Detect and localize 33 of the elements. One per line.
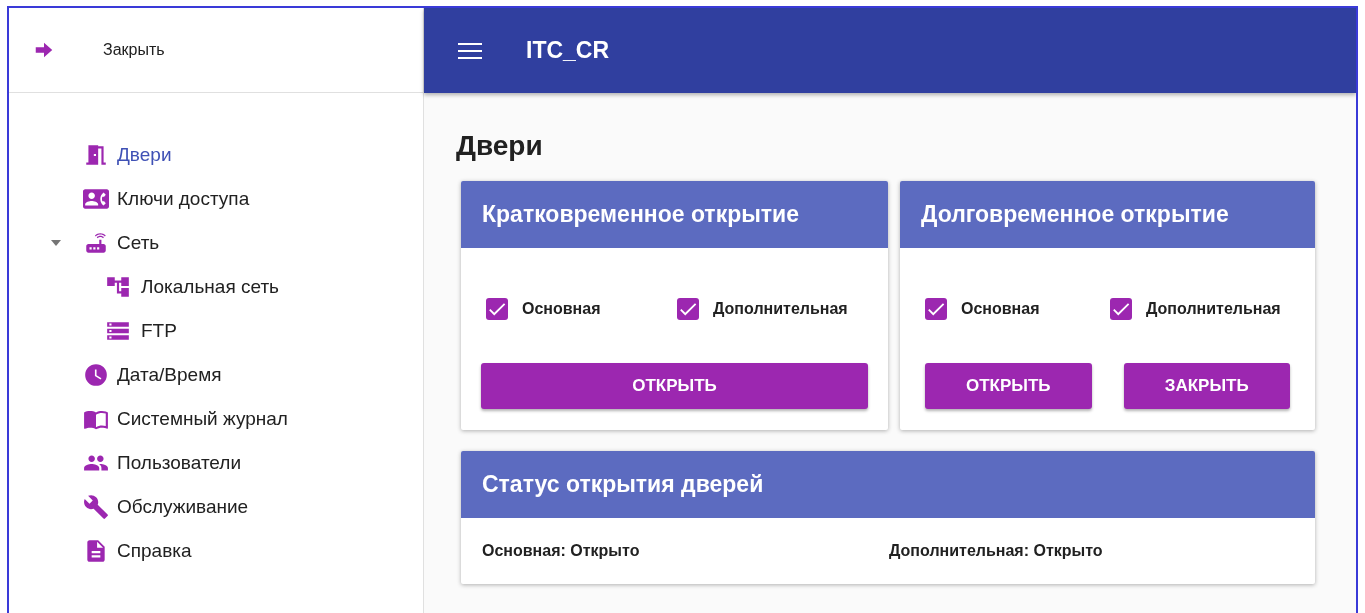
- open-button[interactable]: ОТКРЫТЬ: [481, 363, 868, 409]
- nav-item[interactable]: Локальная сеть: [9, 265, 423, 309]
- wrench-icon: [83, 494, 109, 520]
- action-button[interactable]: ЗАКРЫТЬ: [1123, 363, 1290, 409]
- checkbox[interactable]: Основная: [925, 298, 1110, 320]
- nav-item[interactable]: Двери: [9, 133, 423, 177]
- status-text: Дополнительная: Открыто: [889, 542, 1104, 560]
- checkbox[interactable]: Основная: [486, 298, 677, 320]
- contact-card-icon: [83, 186, 109, 212]
- card-title: Долговременное открытие: [921, 201, 1229, 228]
- caret-icon[interactable]: [49, 240, 63, 246]
- nav-item[interactable]: Обслуживание: [9, 485, 423, 529]
- close-drawer-button[interactable]: Закрыть: [33, 39, 165, 61]
- checkbox[interactable]: Дополнительная: [677, 298, 868, 320]
- nav-item[interactable]: Ключи доступа: [9, 177, 423, 221]
- nav-item[interactable]: Системный журнал: [9, 397, 423, 441]
- action-button[interactable]: ОТКРЫТЬ: [925, 363, 1092, 409]
- door-icon: [83, 142, 109, 168]
- app-title: ITC_CR: [526, 37, 610, 64]
- card-title: Кратковременное открытие: [482, 201, 800, 228]
- nav-item[interactable]: Дата/Время: [9, 353, 423, 397]
- card-title: Статус открытия дверей: [482, 471, 764, 498]
- hierarchy-icon: [105, 274, 131, 300]
- checkbox[interactable]: Дополнительная: [1110, 298, 1295, 320]
- clock-icon: [83, 362, 109, 388]
- nav-item[interactable]: Сеть: [9, 221, 423, 265]
- nav-item[interactable]: Справка: [9, 529, 423, 573]
- menu-icon[interactable]: [458, 41, 482, 60]
- page-title: Двери: [456, 131, 544, 161]
- router-icon: [83, 230, 109, 256]
- nav-item[interactable]: FTP: [9, 309, 423, 353]
- nav-item[interactable]: Пользователи: [9, 441, 423, 485]
- status-text: Основная: Открыто: [482, 542, 641, 560]
